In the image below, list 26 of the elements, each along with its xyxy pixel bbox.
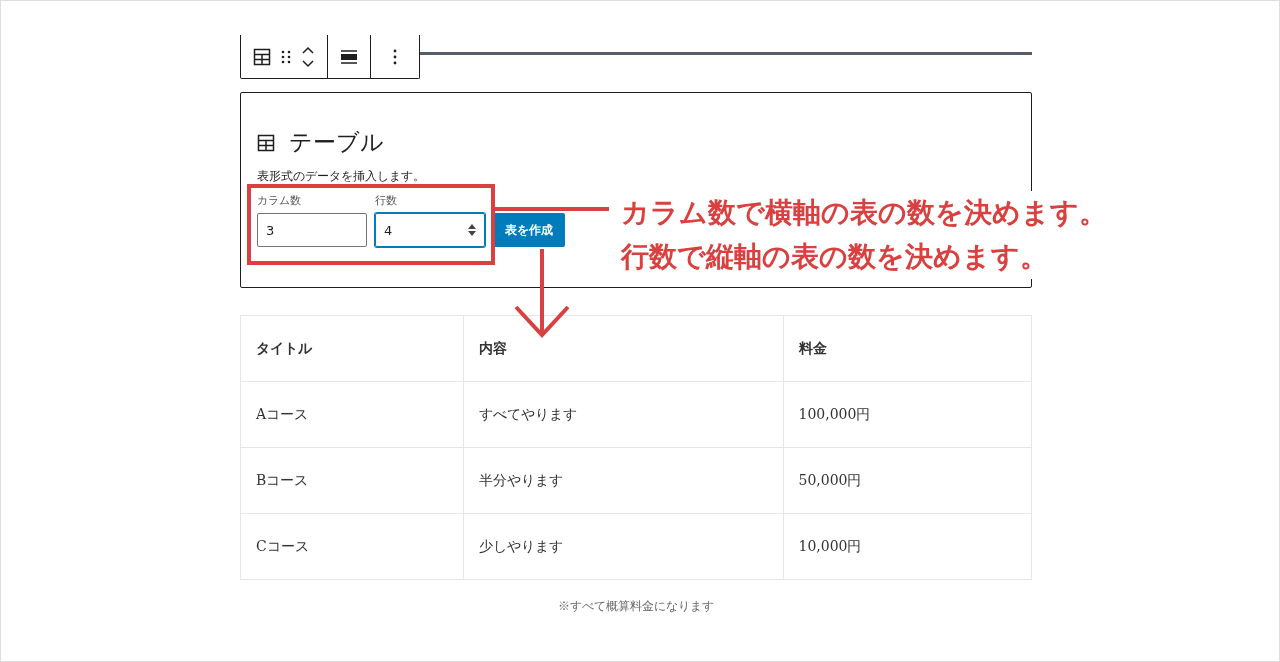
header-cell: 料金 — [783, 315, 1032, 382]
align-icon[interactable] — [340, 48, 358, 65]
table-cell: 半分やります — [463, 447, 783, 514]
header-cell: タイトル — [240, 315, 464, 382]
drag-handle-icon[interactable] — [281, 48, 291, 65]
header-cell: 内容 — [463, 315, 783, 382]
table-cell: 少しやります — [463, 513, 783, 580]
table-cell: Bコース — [240, 447, 464, 514]
table-cell: 50,000円 — [783, 447, 1032, 514]
field-label: 行数 — [375, 195, 398, 207]
block-description: 表形式のデータを挿入します。 — [257, 168, 426, 185]
table-cell: Aコース — [240, 381, 464, 448]
table-cell: 100,000円 — [783, 381, 1032, 448]
number-input-field[interactable]: 4 — [375, 213, 485, 247]
table-block-button[interactable] — [253, 47, 271, 66]
table-cell: 10,000円 — [783, 513, 1032, 580]
table-cell: Cコース — [240, 513, 464, 580]
number-input-field[interactable]: 3 — [257, 213, 367, 247]
table-cell: すべてやります — [463, 381, 783, 448]
move-up-down-icon[interactable] — [301, 44, 315, 69]
spinner-icon[interactable] — [468, 224, 476, 236]
block-title: テーブル — [289, 128, 384, 157]
create-table-button[interactable]: 表を作成 — [493, 213, 565, 247]
field-label: カラム数 — [257, 195, 302, 207]
table-caption: ※すべて概算料金になります — [557, 598, 715, 615]
table-icon — [257, 133, 275, 152]
